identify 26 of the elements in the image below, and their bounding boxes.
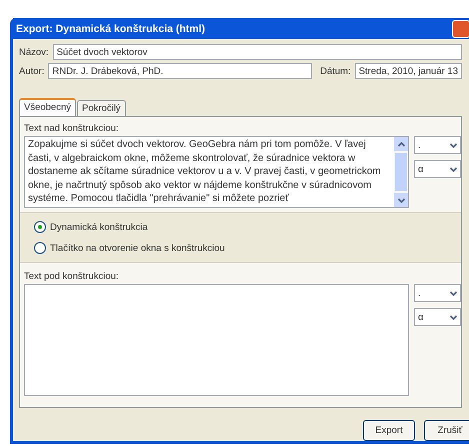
dialog-button[interactable]: Zrušiť: [424, 420, 469, 441]
symbol-dropdown[interactable]: .: [414, 284, 461, 302]
field-label: Názov:: [19, 46, 49, 58]
text-area[interactable]: Zopakujme si súčet dvoch vektorov. GeoGebra nám pri tom pomôže. V ľavej časti, v algebraickom okne, môžeme skontrolovať, že súradnice vektora w dostaneme ak sčítame súradnice vektorov u a v. V pravej časti, v geometrickom okne, je načrtnutý spôsob ako vektor w nájdeme konštrukčne v súradnicovom systéme. Pomocou tlačidla "prehrávanie" si môžete pozrieť: [24, 136, 409, 208]
tab[interactable]: Pokročilý: [77, 100, 126, 116]
radio-option[interactable]: Dynamická konštrukcia: [34, 221, 447, 233]
tab[interactable]: Všeobecný: [19, 98, 76, 116]
radio-button[interactable]: [34, 242, 46, 254]
date-field[interactable]: Streda, 2010, január 13: [354, 63, 462, 79]
dialog-button[interactable]: Export: [363, 420, 415, 441]
symbol-dropdown[interactable]: α: [414, 308, 461, 326]
symbol-dropdown[interactable]: .: [414, 136, 461, 154]
radio-option[interactable]: Tlačítko na otvorenie okna s konštrukciou: [34, 242, 447, 254]
radio-button[interactable]: [34, 221, 46, 233]
scrollbar[interactable]: [394, 137, 408, 207]
author-field[interactable]: RNDr. J. Drábeková, PhD.: [48, 63, 312, 79]
title-field[interactable]: Súčet dvoch vektorov: [52, 44, 462, 60]
scroll-up-icon: [396, 140, 406, 148]
close-button[interactable]: [452, 20, 469, 38]
field-label: Autor:: [19, 66, 44, 76]
field-label: Dátum:: [320, 66, 351, 76]
scroll-down-icon: [396, 196, 406, 204]
window-title: Export: Dynamická konštrukcia (html): [16, 22, 206, 34]
section-label: Text nad konštrukciou:: [24, 123, 120, 134]
section-label: Text pod konštrukciou:: [24, 271, 120, 282]
symbol-dropdown[interactable]: α: [414, 160, 461, 178]
